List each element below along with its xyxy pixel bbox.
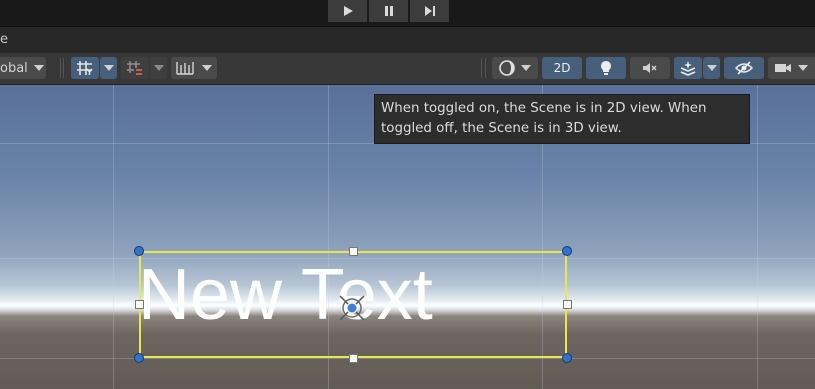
grid-snapping-button[interactable]	[71, 57, 99, 79]
grid-snapping-dropdown[interactable]	[100, 57, 117, 79]
grid-snap-icon	[77, 61, 93, 75]
effects-dropdown[interactable]	[703, 57, 720, 79]
play-button[interactable]	[328, 0, 367, 22]
global-local-dropdown[interactable]: obal	[0, 57, 46, 79]
top-bar	[0, 0, 815, 25]
muted-speaker-icon	[643, 63, 657, 73]
play-icon	[343, 6, 353, 16]
audio-toggle-button[interactable]	[630, 57, 670, 79]
pivot-icon[interactable]	[336, 293, 368, 323]
step-icon	[424, 6, 435, 16]
shaded-sphere-icon	[499, 60, 515, 76]
chevron-down-icon	[706, 65, 717, 71]
chevron-down-icon	[103, 65, 114, 71]
chevron-down-icon	[798, 65, 808, 71]
toolbar-divider	[481, 58, 482, 78]
scene-toolbar: obal 2D	[0, 53, 815, 85]
scene-tab-row: e	[0, 26, 815, 54]
chevron-down-icon	[153, 65, 164, 71]
grid-line	[757, 85, 758, 389]
lighting-toggle-button[interactable]	[586, 57, 626, 79]
chevron-down-icon	[202, 65, 212, 71]
draw-mode-dropdown[interactable]	[492, 57, 538, 79]
toggle-2d-label: 2D	[553, 61, 571, 75]
eye-slash-icon	[734, 61, 754, 75]
scene-camera-dropdown[interactable]	[768, 57, 815, 79]
effects-button[interactable]	[674, 57, 702, 79]
magnet-grid-icon	[127, 61, 142, 75]
ruler-icon	[176, 62, 194, 75]
grid-line	[0, 358, 815, 359]
lightbulb-icon	[601, 61, 611, 75]
edge-handle-left[interactable]	[135, 300, 144, 309]
chevron-down-icon	[521, 65, 531, 71]
scene-visibility-button[interactable]	[724, 57, 764, 79]
increment-snap-dropdown[interactable]	[150, 57, 167, 79]
corner-handle-top-left[interactable]	[134, 246, 144, 256]
step-button[interactable]	[410, 0, 449, 22]
global-label: obal	[0, 60, 28, 76]
play-controls	[328, 0, 449, 22]
pause-icon	[384, 6, 393, 16]
edge-handle-bottom[interactable]	[349, 354, 358, 363]
increment-snap-button[interactable]	[121, 57, 149, 79]
toggle-2d-button[interactable]: 2D	[542, 57, 582, 79]
corner-handle-bottom-right[interactable]	[562, 353, 572, 363]
layers-sparkle-icon	[680, 61, 696, 76]
tooltip-line-1: When toggled on, the Scene is in 2D view…	[381, 101, 707, 116]
ruler-settings-dropdown[interactable]	[171, 57, 217, 79]
pause-button[interactable]	[369, 0, 408, 22]
grid-line	[113, 85, 114, 389]
tooltip-2d-toggle: When toggled on, the Scene is in 2D view…	[374, 94, 750, 144]
chevron-down-icon	[33, 65, 44, 71]
edge-handle-top[interactable]	[349, 247, 358, 256]
edge-handle-right[interactable]	[563, 300, 572, 309]
scene-tab-label[interactable]: e	[0, 32, 8, 47]
corner-handle-bottom-left[interactable]	[134, 353, 144, 363]
tooltip-line-2: toggled off, the Scene is in 3D view.	[381, 121, 622, 136]
toolbar-divider	[60, 58, 61, 78]
corner-handle-top-right[interactable]	[562, 246, 572, 256]
camera-icon	[775, 64, 791, 72]
toolbar-divider	[485, 58, 486, 78]
toolbar-divider	[63, 58, 64, 78]
